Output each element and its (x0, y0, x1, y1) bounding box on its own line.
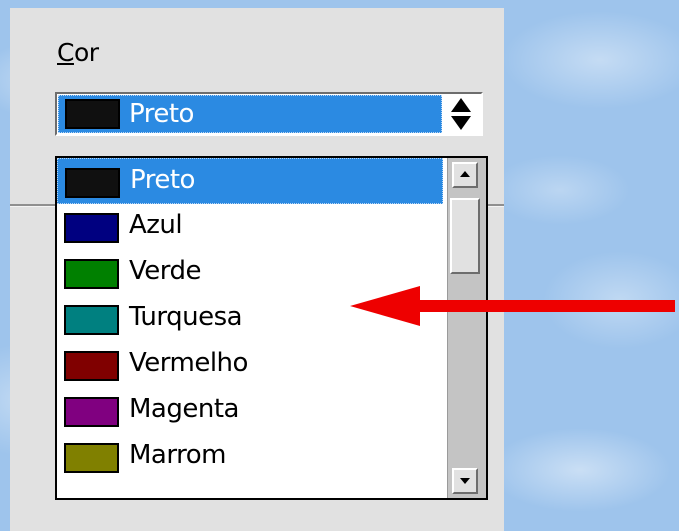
combobox-selected-value[interactable]: Preto (58, 95, 442, 133)
scroll-down-button[interactable] (452, 468, 478, 494)
combobox-spin-button[interactable] (444, 95, 480, 133)
color-option-label: Vermelho (129, 348, 248, 378)
color-option-label: Preto (130, 165, 195, 195)
color-field-label: Cor (57, 38, 99, 67)
color-option-label: Azul (129, 210, 183, 240)
color-option-label: Turquesa (129, 302, 243, 332)
color-option-azul[interactable]: Azul (57, 204, 443, 250)
color-swatch (64, 259, 119, 289)
color-swatch (64, 213, 119, 243)
color-swatch (65, 99, 120, 129)
separator-line (10, 204, 61, 207)
color-combobox[interactable]: Preto (55, 92, 483, 136)
color-dropdown-list[interactable]: Preto Azul Verde Turquesa Vermelho Magenta Mar… (55, 156, 488, 500)
vertical-scrollbar[interactable] (447, 158, 486, 498)
color-option-vermelho[interactable]: Vermelho (57, 342, 443, 388)
color-swatch (65, 168, 120, 198)
scroll-down-arrow-icon (460, 478, 470, 484)
color-option-label: Verde (129, 256, 202, 286)
color-option-label: Marrom (129, 440, 226, 470)
color-option-preto[interactable]: Preto (57, 158, 443, 204)
color-option-marrom[interactable]: Marrom (57, 434, 443, 480)
triangle-up-icon[interactable] (451, 98, 471, 112)
color-swatch (64, 305, 119, 335)
color-option-label: Magenta (129, 394, 239, 424)
scrollbar-thumb[interactable] (450, 198, 480, 274)
dialog-panel: Cor Preto Preto Azul Verde Turquesa Vermelho… (10, 8, 504, 531)
scroll-up-button[interactable] (452, 162, 478, 188)
color-swatch (64, 397, 119, 427)
color-swatch (64, 351, 119, 381)
selected-color-label: Preto (129, 99, 194, 129)
red-arrow-left-icon (350, 286, 675, 326)
scroll-up-arrow-icon (460, 171, 470, 177)
color-option-magenta[interactable]: Magenta (57, 388, 443, 434)
color-swatch (64, 443, 119, 473)
triangle-down-icon[interactable] (451, 116, 471, 130)
